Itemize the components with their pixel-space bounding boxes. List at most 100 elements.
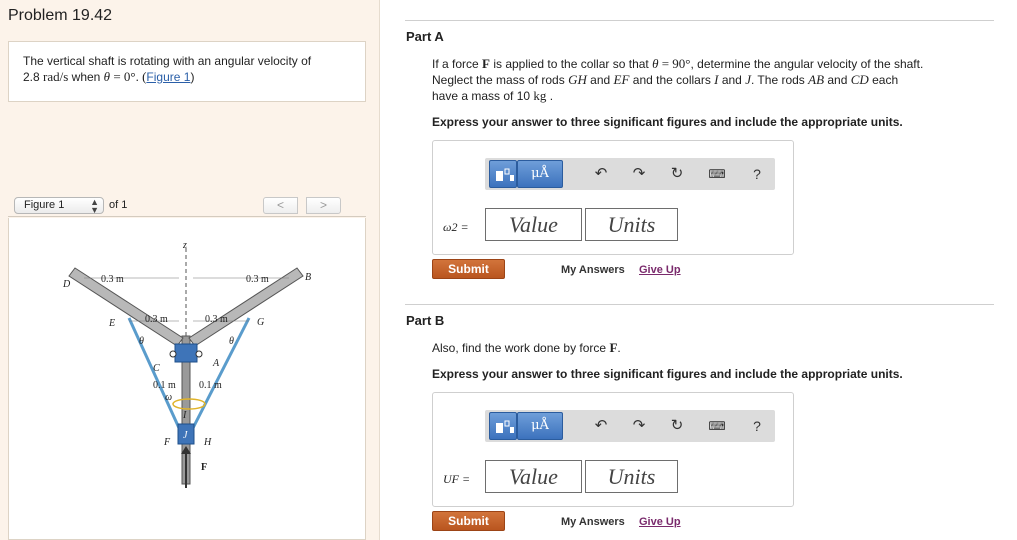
label-I: I — [182, 410, 187, 421]
units-button[interactable]: μÅ — [517, 160, 563, 188]
figure-select-label: Figure 1 — [24, 199, 65, 211]
qb-text-2: . — [617, 341, 621, 355]
label-theta-1: θ — [139, 336, 144, 347]
keyboard-icon[interactable]: ⌨ — [707, 164, 727, 184]
theta-condition: = 0°. ( — [110, 69, 147, 84]
part-a-title: Part A — [406, 29, 444, 44]
part-a-question: If a force F is applied to the collar so… — [432, 56, 992, 104]
label-force-F: F — [201, 462, 207, 473]
part-a-units-input[interactable]: Units — [585, 208, 678, 241]
keyboard-icon[interactable]: ⌨ — [707, 416, 727, 436]
part-a-answer-box: μÅ ↶ ↷ ↻ ⌨ ? ω2 = Value Units — [432, 140, 794, 255]
label-dim-4: 0.3 m — [205, 314, 228, 325]
part-a-toolbar: μÅ ↶ ↷ ↻ ⌨ ? — [485, 158, 775, 190]
qa-rod-EF: EF — [613, 72, 630, 87]
qa-mass-unit: kg — [533, 88, 547, 103]
qa-text-7: each — [868, 73, 899, 87]
omega2-label: ω2 = — [443, 220, 469, 234]
reset-icon[interactable]: ↻ — [667, 416, 687, 436]
qa-text-9: . — [546, 89, 554, 103]
label-F: F — [163, 437, 171, 448]
label-dim-3: 0.3 m — [145, 314, 168, 325]
part-b-question: Also, find the work done by force F. — [432, 340, 992, 356]
prev-figure-button[interactable]: < — [263, 197, 298, 214]
qa-force-symbol: F — [482, 56, 490, 71]
label-z: z — [182, 240, 187, 251]
label-dim-6: 0.1 m — [199, 380, 222, 391]
uf-label: UF = — [443, 472, 471, 486]
figure-link[interactable]: Figure 1 — [146, 70, 190, 84]
next-figure-button[interactable]: > — [306, 197, 341, 214]
part-b-instruction: Express your answer to three significant… — [432, 367, 903, 381]
qa-theta-value: = 90° — [658, 56, 691, 71]
qa-text-1: If a force — [432, 57, 483, 71]
qa-text-8: have a mass of — [432, 89, 517, 103]
figure-select[interactable]: Figure 1 ▲ ▼ — [14, 197, 104, 215]
angular-velocity-value: 2.8 — [23, 70, 40, 84]
qa-text-4: Neglect the mass of rods — [432, 73, 569, 87]
label-dim-5: 0.1 m — [153, 380, 176, 391]
redo-icon[interactable]: ↷ — [629, 416, 649, 436]
part-a-submit-button[interactable]: Submit — [432, 259, 505, 279]
pin-A — [195, 350, 203, 358]
part-b-answer-box: μÅ ↶ ↷ ↻ ⌨ ? UF = Value Units — [432, 392, 794, 507]
help-icon[interactable]: ? — [747, 416, 767, 436]
template-button[interactable] — [489, 412, 517, 440]
problem-title: Problem 19.42 — [8, 7, 113, 24]
qa-and-1: and — [586, 73, 614, 87]
figure-nav-bar: Figure 1 ▲ ▼ of 1 < > — [8, 196, 366, 217]
label-E: E — [108, 318, 115, 329]
qa-text-2: is applied to the collar so that — [489, 57, 653, 71]
qa-text-5: and the collars — [629, 73, 715, 87]
description-when: when — [68, 70, 104, 84]
part-a-my-answers[interactable]: My Answers — [561, 264, 625, 276]
part-b-my-answers[interactable]: My Answers — [561, 516, 625, 528]
qa-rod-AB: AB — [808, 72, 825, 87]
part-b-divider — [405, 304, 994, 305]
qa-text-3: , determine the angular velocity of the … — [690, 57, 924, 71]
mechanism-figure: z D B E G C A F H F 0.3 m 0.3 m 0.3 m 0.… — [62, 240, 311, 488]
part-b-units-input[interactable]: Units — [585, 460, 678, 493]
template-button[interactable] — [489, 160, 517, 188]
redo-icon[interactable]: ↷ — [629, 164, 649, 184]
rod-CD — [68, 267, 184, 347]
description-text: The vertical shaft is rotating with an a… — [23, 54, 312, 68]
label-C: C — [153, 363, 160, 374]
qa-rod-GH: GH — [568, 72, 587, 87]
part-b-value-input[interactable]: Value — [485, 460, 582, 493]
label-dim-2: 0.3 m — [246, 274, 269, 285]
part-b-give-up[interactable]: Give Up — [639, 516, 681, 528]
undo-icon[interactable]: ↶ — [591, 416, 611, 436]
description-close: ) — [190, 70, 195, 84]
problem-panel: Problem 19.42 The vertical shaft is rota… — [0, 0, 380, 540]
collar-top — [174, 343, 198, 363]
undo-icon[interactable]: ↶ — [591, 164, 611, 184]
label-dim-1: 0.3 m — [101, 274, 124, 285]
part-a-give-up[interactable]: Give Up — [639, 264, 681, 276]
qa-and-3: and — [824, 73, 851, 87]
select-arrows-icon: ▲ ▼ — [90, 197, 99, 215]
label-B: B — [305, 272, 311, 283]
angular-velocity-unit: rad/s — [43, 69, 69, 84]
part-a-instruction: Express your answer to three significant… — [432, 115, 903, 129]
units-button[interactable]: μÅ — [517, 412, 563, 440]
figure-count: of 1 — [109, 199, 128, 211]
part-b-title: Part B — [406, 313, 445, 328]
reset-icon[interactable]: ↻ — [667, 164, 687, 184]
label-J: J — [183, 430, 188, 441]
part-a-value-input[interactable]: Value — [485, 208, 582, 241]
qa-and-2: and — [718, 73, 746, 87]
problem-description: The vertical shaft is rotating with an a… — [8, 41, 366, 102]
qb-text-1: Also, find the work done by force — [432, 341, 610, 355]
label-omega: ω — [165, 392, 172, 403]
part-b-submit-button[interactable]: Submit — [432, 511, 505, 531]
label-theta-2: θ — [229, 336, 234, 347]
qa-rod-CD: CD — [850, 72, 869, 87]
label-G: G — [257, 317, 264, 328]
label-A: A — [212, 358, 220, 369]
figure-area: z D B E G C A F H F 0.3 m 0.3 m 0.3 m 0.… — [8, 218, 366, 540]
pin-C — [169, 350, 177, 358]
label-H: H — [203, 437, 212, 448]
qa-mass-value: 10 — [516, 89, 531, 103]
help-icon[interactable]: ? — [747, 164, 767, 184]
